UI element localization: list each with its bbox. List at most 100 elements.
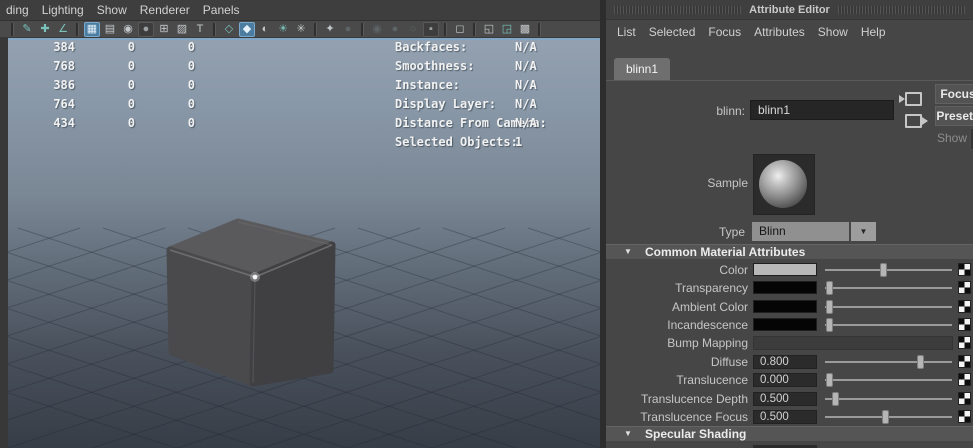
- texture-map-icon[interactable]: [958, 336, 971, 349]
- copy-layer-icon[interactable]: ◱: [481, 22, 497, 37]
- shaded-mode-icon[interactable]: ◆: [239, 22, 255, 37]
- titlebar-grip-texture: [838, 6, 965, 14]
- slider-handle[interactable]: [832, 392, 839, 406]
- perspective-viewport[interactable]: 3840076800386007640043400 Backfaces:N/AS…: [8, 38, 600, 448]
- ae-menu-selected[interactable]: Selected: [649, 25, 696, 39]
- resolution-gate-icon[interactable]: ◉: [120, 22, 136, 37]
- snap-move-icon[interactable]: ✚: [37, 22, 53, 37]
- focus-button[interactable]: Focus: [935, 84, 973, 104]
- material-sample-swatch[interactable]: [753, 154, 815, 215]
- breakout-tab-icon[interactable]: [905, 114, 922, 128]
- slider-handle[interactable]: [917, 355, 924, 369]
- node-name-input[interactable]: blinn1: [750, 100, 894, 120]
- lighting-mode-icon[interactable]: ◐: [257, 22, 273, 37]
- attribute-editor-panel: Attribute Editor List Selected Focus Attrib…: [606, 0, 973, 448]
- attr-row-diffuse: Diffuse 0.800: [606, 353, 973, 371]
- slider-handle[interactable]: [826, 373, 833, 387]
- material-type-dropdown[interactable]: Blinn: [752, 222, 849, 241]
- dof-icon[interactable]: ▪: [423, 22, 439, 37]
- ambient-color-slider[interactable]: [825, 300, 952, 314]
- measure-tool-icon[interactable]: ∠: [55, 22, 71, 37]
- translucence-slider[interactable]: [825, 373, 952, 387]
- tab-blinn1[interactable]: blinn1: [614, 58, 670, 80]
- bump-mapping-field[interactable]: [753, 336, 953, 350]
- slider-handle[interactable]: [826, 281, 833, 295]
- ambient-color-swatch[interactable]: [753, 300, 817, 313]
- image-plane-icon[interactable]: ▩: [517, 22, 533, 37]
- attr-row-ambient-color: Ambient Color: [606, 298, 973, 316]
- show-button[interactable]: Show: [937, 131, 967, 145]
- gate-mask-icon[interactable]: ●: [138, 22, 154, 37]
- toolbar-separator: [361, 23, 364, 36]
- section-specular-shading[interactable]: ▼ Specular Shading: [606, 426, 973, 441]
- ae-menu-attributes[interactable]: Attributes: [754, 25, 805, 39]
- chevron-down-icon[interactable]: ▼: [851, 222, 876, 241]
- texture-map-icon[interactable]: [958, 263, 971, 276]
- translucence-depth-input[interactable]: 0.500: [753, 392, 817, 406]
- translucence-focus-input[interactable]: 0.500: [753, 410, 817, 424]
- menu-show[interactable]: Show: [97, 3, 127, 17]
- toolbar-separator: [473, 23, 476, 36]
- texture-map-icon[interactable]: [958, 410, 971, 423]
- attr-row-translucence: Translucence 0.000: [606, 371, 973, 389]
- hud-row: Selected Objects:1: [395, 135, 600, 154]
- texture-map-icon[interactable]: [958, 355, 971, 368]
- paste-layer-icon[interactable]: ◲: [499, 22, 515, 37]
- hud-object-details: Backfaces:N/ASmoothness:N/AInstance:N/AD…: [395, 40, 600, 154]
- translucence-depth-slider[interactable]: [825, 392, 952, 406]
- color-slider[interactable]: [825, 263, 952, 277]
- attribute-editor-titlebar[interactable]: Attribute Editor: [606, 0, 973, 20]
- ae-menu-list[interactable]: List: [617, 25, 636, 39]
- texture-map-icon[interactable]: [958, 373, 971, 386]
- menu-lighting[interactable]: Lighting: [42, 3, 84, 17]
- translucence-focus-slider[interactable]: [825, 410, 952, 424]
- cube-mesh[interactable]: [170, 222, 332, 383]
- node-name-label: blinn:: [606, 104, 745, 118]
- isolate-select-icon[interactable]: ◻: [452, 22, 468, 37]
- safe-title-icon[interactable]: T: [192, 22, 208, 37]
- slider-handle[interactable]: [880, 263, 887, 277]
- presets-button[interactable]: Presets: [935, 106, 973, 126]
- transparency-swatch[interactable]: [753, 281, 817, 294]
- collapse-arrow-icon[interactable]: ▼: [624, 429, 632, 438]
- ao-icon[interactable]: ◉: [369, 22, 385, 37]
- all-lights-icon[interactable]: ✳: [293, 22, 309, 37]
- slider-handle[interactable]: [826, 318, 833, 332]
- slider-handle[interactable]: [826, 300, 833, 314]
- titlebar-grip-texture: [614, 6, 741, 14]
- incandescence-slider[interactable]: [825, 318, 952, 332]
- slider-handle[interactable]: [882, 410, 889, 424]
- wireframe-mode-icon[interactable]: ◇: [221, 22, 237, 37]
- film-gate-icon[interactable]: ▤: [102, 22, 118, 37]
- multisample-icon[interactable]: ○: [405, 22, 421, 37]
- incandescence-swatch[interactable]: [753, 318, 817, 331]
- attribute-editor-menu: List Selected Focus Attributes Show Help: [606, 20, 973, 44]
- texture-map-icon[interactable]: [958, 281, 971, 294]
- default-lighting-icon[interactable]: ✦: [322, 22, 338, 37]
- diffuse-input[interactable]: 0.800: [753, 355, 817, 369]
- texture-map-icon[interactable]: [958, 392, 971, 405]
- texture-map-icon[interactable]: [958, 318, 971, 331]
- toolbar-separator: [76, 23, 79, 36]
- menu-ding[interactable]: ding: [6, 3, 29, 17]
- copy-tab-icon[interactable]: [905, 92, 922, 106]
- menu-renderer[interactable]: Renderer: [140, 3, 190, 17]
- ae-menu-show[interactable]: Show: [818, 25, 848, 39]
- ae-menu-help[interactable]: Help: [861, 25, 886, 39]
- shadows-icon[interactable]: ●: [340, 22, 356, 37]
- diffuse-slider[interactable]: [825, 355, 952, 369]
- color-swatch[interactable]: [753, 263, 817, 276]
- section-common-material-attributes[interactable]: ▼ Common Material Attributes: [606, 244, 973, 259]
- grid-icon[interactable]: ▦: [84, 22, 100, 37]
- transparency-slider[interactable]: [825, 281, 952, 295]
- textured-mode-icon[interactable]: ☀: [275, 22, 291, 37]
- ae-menu-focus[interactable]: Focus: [708, 25, 741, 39]
- safe-action-icon[interactable]: ▨: [174, 22, 190, 37]
- texture-map-icon[interactable]: [958, 300, 971, 313]
- field-chart-icon[interactable]: ⊞: [156, 22, 172, 37]
- motion-blur-icon[interactable]: ●: [387, 22, 403, 37]
- collapse-arrow-icon[interactable]: ▼: [624, 247, 632, 256]
- paint-effects-icon[interactable]: ✎: [19, 22, 35, 37]
- menu-panels[interactable]: Panels: [203, 3, 240, 17]
- translucence-input[interactable]: 0.000: [753, 373, 817, 387]
